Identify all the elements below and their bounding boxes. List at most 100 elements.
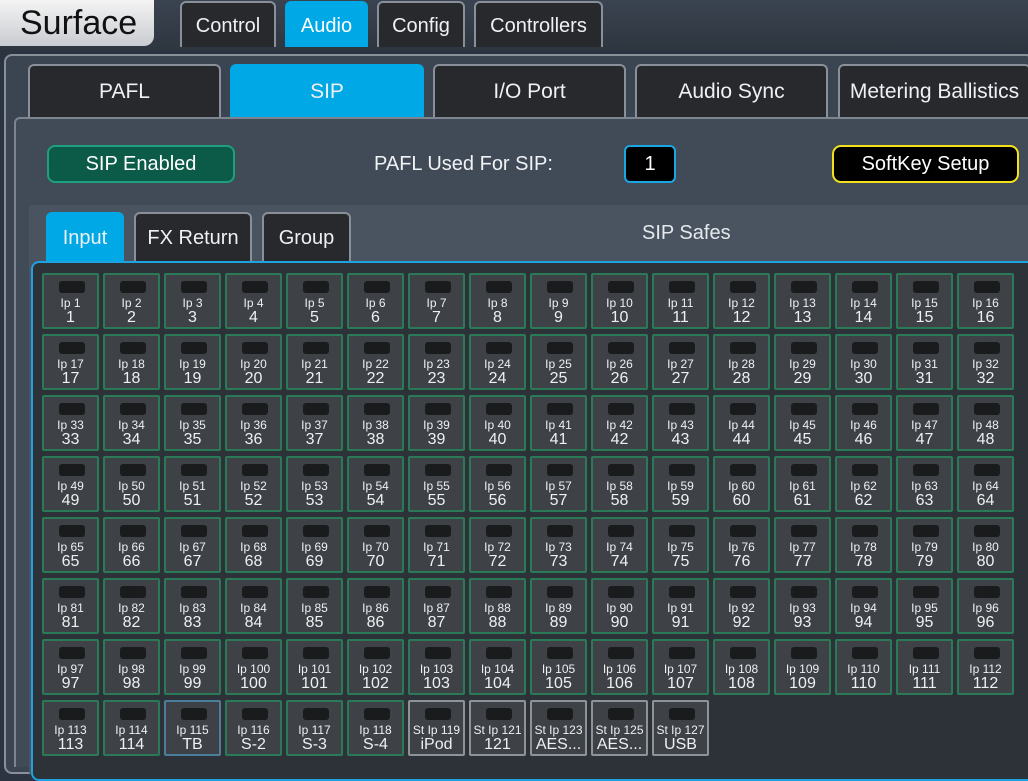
channel-safe-button[interactable]: Ip 55 <box>286 273 343 329</box>
channel-safe-button[interactable]: Ip 33 <box>164 273 221 329</box>
channel-safe-button[interactable]: Ip 39 39 <box>408 395 465 451</box>
channel-safe-button[interactable]: Ip 40 40 <box>469 395 526 451</box>
channel-safe-button[interactable]: St Ip 119 iPod <box>408 700 465 756</box>
channel-safe-button[interactable]: Ip 71 71 <box>408 517 465 573</box>
channel-safe-button[interactable]: Ip 74 74 <box>591 517 648 573</box>
channel-safe-button[interactable]: Ip 25 25 <box>530 334 587 390</box>
channel-safe-button[interactable]: Ip 32 32 <box>957 334 1014 390</box>
channel-safe-button[interactable]: Ip 58 58 <box>591 456 648 512</box>
channel-safe-button[interactable]: Ip 22 22 <box>347 334 404 390</box>
channel-safe-button[interactable]: Ip 91 91 <box>652 578 709 634</box>
channel-safe-button[interactable]: Ip 34 34 <box>103 395 160 451</box>
channel-safe-button[interactable]: Ip 88 <box>469 273 526 329</box>
channel-safe-button[interactable]: Ip 63 63 <box>896 456 953 512</box>
tab-input[interactable]: Input <box>46 212 124 262</box>
channel-safe-button[interactable]: Ip 76 76 <box>713 517 770 573</box>
subtab-io-port[interactable]: I/O Port <box>433 64 626 118</box>
channel-safe-button[interactable]: Ip 96 96 <box>957 578 1014 634</box>
channel-safe-button[interactable]: Ip 100 100 <box>225 639 282 695</box>
channel-safe-button[interactable]: St Ip 127 USB <box>652 700 709 756</box>
channel-safe-button[interactable]: Ip 18 18 <box>103 334 160 390</box>
tab-config[interactable]: Config <box>377 1 465 47</box>
channel-safe-button[interactable]: St Ip 123 AES... <box>530 700 587 756</box>
channel-safe-button[interactable]: Ip 79 79 <box>896 517 953 573</box>
channel-safe-button[interactable]: Ip 107 107 <box>652 639 709 695</box>
channel-safe-button[interactable]: Ip 85 85 <box>286 578 343 634</box>
channel-safe-button[interactable]: Ip 44 44 <box>713 395 770 451</box>
channel-safe-button[interactable]: Ip 61 61 <box>774 456 831 512</box>
channel-safe-button[interactable]: Ip 37 37 <box>286 395 343 451</box>
channel-safe-button[interactable]: Ip 102 102 <box>347 639 404 695</box>
channel-safe-button[interactable]: Ip 103 103 <box>408 639 465 695</box>
channel-safe-button[interactable]: Ip 16 16 <box>957 273 1014 329</box>
channel-safe-button[interactable]: Ip 33 33 <box>42 395 99 451</box>
channel-safe-button[interactable]: Ip 56 56 <box>469 456 526 512</box>
channel-safe-button[interactable]: Ip 50 50 <box>103 456 160 512</box>
channel-safe-button[interactable]: Ip 117 S-3 <box>286 700 343 756</box>
channel-safe-button[interactable]: Ip 88 88 <box>469 578 526 634</box>
channel-safe-button[interactable]: Ip 106 106 <box>591 639 648 695</box>
channel-safe-button[interactable]: Ip 113 113 <box>42 700 99 756</box>
channel-safe-button[interactable]: Ip 110 110 <box>835 639 892 695</box>
channel-safe-button[interactable]: Ip 52 52 <box>225 456 282 512</box>
channel-safe-button[interactable]: Ip 65 65 <box>42 517 99 573</box>
channel-safe-button[interactable]: Ip 70 70 <box>347 517 404 573</box>
channel-safe-button[interactable]: Ip 31 31 <box>896 334 953 390</box>
channel-safe-button[interactable]: Ip 90 90 <box>591 578 648 634</box>
channel-safe-button[interactable]: Ip 17 17 <box>42 334 99 390</box>
channel-safe-button[interactable]: Ip 26 26 <box>591 334 648 390</box>
channel-safe-button[interactable]: Ip 15 15 <box>896 273 953 329</box>
channel-safe-button[interactable]: Ip 44 <box>225 273 282 329</box>
softkey-setup-button[interactable]: SoftKey Setup <box>832 145 1019 183</box>
channel-safe-button[interactable]: Ip 69 69 <box>286 517 343 573</box>
sip-enabled-button[interactable]: SIP Enabled <box>47 145 235 183</box>
channel-safe-button[interactable]: Ip 66 66 <box>103 517 160 573</box>
channel-safe-button[interactable]: Ip 46 46 <box>835 395 892 451</box>
channel-safe-button[interactable]: Ip 93 93 <box>774 578 831 634</box>
channel-safe-button[interactable]: Ip 82 82 <box>103 578 160 634</box>
channel-safe-button[interactable]: Ip 24 24 <box>469 334 526 390</box>
channel-safe-button[interactable]: Ip 80 80 <box>957 517 1014 573</box>
subtab-pafl[interactable]: PAFL <box>28 64 221 118</box>
channel-safe-button[interactable]: Ip 29 29 <box>774 334 831 390</box>
channel-safe-button[interactable]: Ip 108 108 <box>713 639 770 695</box>
channel-safe-button[interactable]: Ip 64 64 <box>957 456 1014 512</box>
channel-safe-button[interactable]: Ip 66 <box>347 273 404 329</box>
subtab-audio-sync[interactable]: Audio Sync <box>635 64 828 118</box>
channel-safe-button[interactable]: Ip 10 10 <box>591 273 648 329</box>
channel-safe-button[interactable]: Ip 54 54 <box>347 456 404 512</box>
channel-safe-button[interactable]: Ip 53 53 <box>286 456 343 512</box>
channel-safe-button[interactable]: Ip 21 21 <box>286 334 343 390</box>
channel-safe-button[interactable]: St Ip 125 AES... <box>591 700 648 756</box>
tab-audio[interactable]: Audio <box>285 1 368 47</box>
channel-safe-button[interactable]: Ip 51 51 <box>164 456 221 512</box>
channel-safe-button[interactable]: Ip 87 87 <box>408 578 465 634</box>
channel-safe-button[interactable]: Ip 27 27 <box>652 334 709 390</box>
channel-safe-button[interactable]: Ip 109 109 <box>774 639 831 695</box>
channel-safe-button[interactable]: Ip 111 111 <box>896 639 953 695</box>
channel-safe-button[interactable]: Ip 23 23 <box>408 334 465 390</box>
channel-safe-button[interactable]: Ip 118 S-4 <box>347 700 404 756</box>
channel-safe-button[interactable]: Ip 35 35 <box>164 395 221 451</box>
channel-safe-button[interactable]: Ip 97 97 <box>42 639 99 695</box>
channel-safe-button[interactable]: Ip 114 114 <box>103 700 160 756</box>
channel-safe-button[interactable]: Ip 83 83 <box>164 578 221 634</box>
channel-safe-button[interactable]: Ip 84 84 <box>225 578 282 634</box>
channel-safe-button[interactable]: Ip 45 45 <box>774 395 831 451</box>
channel-safe-button[interactable]: Ip 112 112 <box>957 639 1014 695</box>
channel-safe-button[interactable]: Ip 47 47 <box>896 395 953 451</box>
channel-safe-button[interactable]: Ip 94 94 <box>835 578 892 634</box>
pafl-value-field[interactable]: 1 <box>624 145 676 183</box>
channel-safe-button[interactable]: Ip 72 72 <box>469 517 526 573</box>
channel-safe-button[interactable]: Ip 77 77 <box>774 517 831 573</box>
channel-safe-button[interactable]: Ip 101 101 <box>286 639 343 695</box>
tab-controllers[interactable]: Controllers <box>474 1 603 47</box>
channel-safe-button[interactable]: Ip 14 14 <box>835 273 892 329</box>
channel-safe-button[interactable]: Ip 81 81 <box>42 578 99 634</box>
channel-safe-button[interactable]: Ip 115 TB <box>164 700 221 756</box>
channel-safe-button[interactable]: Ip 48 48 <box>957 395 1014 451</box>
tab-fx-return[interactable]: FX Return <box>134 212 252 262</box>
channel-safe-button[interactable]: Ip 99 99 <box>164 639 221 695</box>
channel-safe-button[interactable]: Ip 62 62 <box>835 456 892 512</box>
channel-safe-button[interactable]: Ip 60 60 <box>713 456 770 512</box>
